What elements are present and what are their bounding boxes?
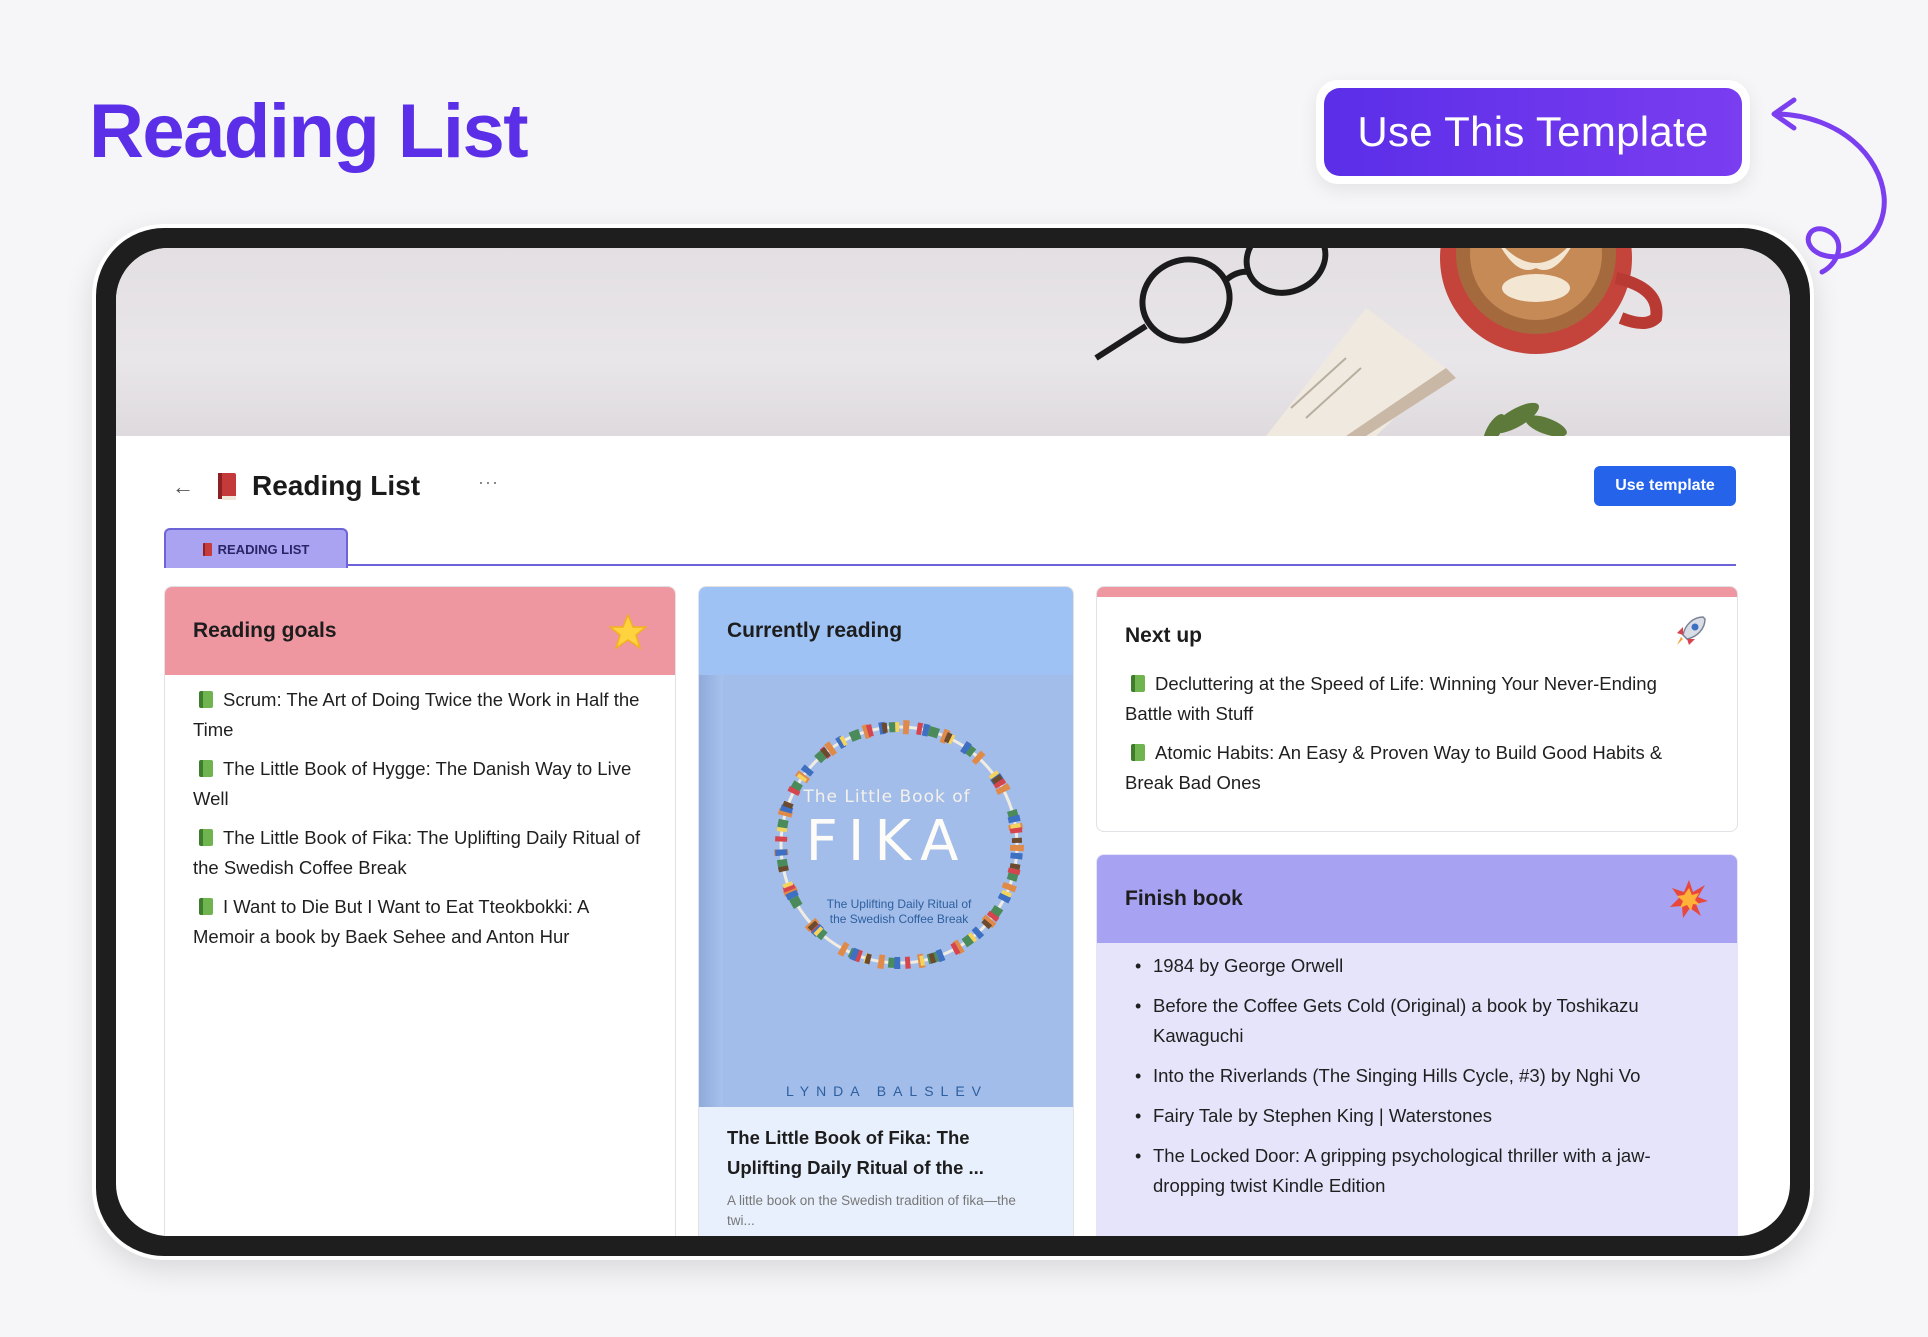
green-book-icon — [199, 760, 213, 777]
back-arrow-icon[interactable]: ← — [172, 474, 194, 500]
notion-page: ← Reading List ··· Use template READING … — [116, 248, 1790, 1236]
reading-goals-header: Reading goals — [165, 587, 675, 675]
page-header: ← Reading List ··· Use template — [164, 466, 1736, 516]
cover-subtitle: The Uplifting Daily Ritual of the Swedis… — [826, 897, 972, 926]
currently-reading-card: Currently reading The Little Book of FIK… — [698, 586, 1074, 1236]
reading-goals-card: Reading goals Scrum: The Art of Doing Tw… — [164, 586, 676, 1236]
list-item[interactable]: Fairy Tale by Stephen King | Waterstones — [1125, 1101, 1709, 1131]
list-item[interactable]: Into the Riverlands (The Singing Hills C… — [1125, 1061, 1709, 1091]
reading-goals-list: Scrum: The Art of Doing Twice the Work i… — [165, 675, 675, 971]
tab-label: READING LIST — [217, 541, 310, 557]
tab-reading-list[interactable]: READING LIST — [164, 528, 348, 568]
tablet-frame: ← Reading List ··· Use template READING … — [92, 224, 1814, 1260]
floral-wreath — [774, 720, 1024, 970]
list-item[interactable]: 1984 by George Orwell — [1125, 951, 1709, 981]
list-item[interactable]: The Little Book of Hygge: The Danish Way… — [193, 754, 647, 814]
next-up-list: Decluttering at the Speed of Life: Winni… — [1097, 669, 1737, 817]
list-item[interactable]: The Locked Door: A gripping psychologica… — [1125, 1141, 1709, 1201]
use-this-template-button[interactable]: Use This Template — [1316, 80, 1750, 184]
use-this-template-label: Use This Template — [1324, 88, 1742, 176]
cover-illustration — [1094, 248, 1663, 436]
list-item[interactable]: Before the Coffee Gets Cold (Original) a… — [1125, 991, 1709, 1051]
green-book-icon — [199, 898, 213, 915]
next-up-card: Next up Decluttering at the Speed of Lif… — [1096, 586, 1738, 832]
cover-author: LYNDA BALSLEV — [785, 1083, 989, 1099]
next-up-header: Next up — [1097, 597, 1737, 669]
green-book-icon — [1131, 744, 1145, 761]
list-item[interactable]: The Little Book of Fika: The Uplifting D… — [193, 823, 647, 883]
cover-title: FIKA — [805, 809, 969, 874]
book-title: The Little Book of Fika: The Uplifting D… — [727, 1127, 984, 1178]
book-card-footer[interactable]: The Little Book of Fika: The Uplifting D… — [699, 1107, 1073, 1236]
book-description: A little book on the Swedish tradition o… — [727, 1193, 1016, 1228]
more-options-icon[interactable]: ··· — [478, 472, 499, 493]
finish-book-header: Finish book — [1097, 855, 1737, 943]
cover-subtitle-top: The Little Book of — [803, 787, 971, 807]
finish-book-card: Finish book 1984 by George Orwell Before… — [1096, 854, 1738, 1236]
star-icon — [609, 613, 647, 650]
list-item[interactable]: Decluttering at the Speed of Life: Winni… — [1125, 669, 1709, 729]
currently-reading-title: Currently reading — [727, 619, 903, 642]
list-item[interactable]: Scrum: The Art of Doing Twice the Work i… — [193, 685, 647, 745]
list-item[interactable]: I Want to Die But I Want to Eat Tteokbok… — [193, 892, 647, 952]
cover-image — [116, 248, 1790, 436]
green-book-icon — [1131, 675, 1145, 692]
promo-title: Reading List — [89, 89, 529, 174]
list-item[interactable]: Atomic Habits: An Easy & Proven Way to B… — [1125, 738, 1709, 798]
green-book-icon — [199, 691, 213, 708]
red-book-icon — [218, 473, 236, 500]
green-book-icon — [199, 829, 213, 846]
explosion-icon — [1670, 880, 1708, 918]
reading-goals-title: Reading goals — [193, 619, 337, 642]
book-cover-image[interactable]: The Little Book of FIKA The Uplifting Da… — [699, 675, 1073, 1107]
page-title: Reading List — [252, 470, 421, 501]
red-book-icon — [202, 542, 212, 556]
currently-reading-header: Currently reading — [699, 587, 1073, 675]
finish-book-list: 1984 by George Orwell Before the Coffee … — [1097, 943, 1737, 1201]
rocket-icon — [1677, 616, 1706, 645]
use-template-button[interactable]: Use template — [1594, 466, 1736, 506]
next-up-accent-strip — [1097, 587, 1737, 597]
view-tabs: READING LIST — [164, 526, 1736, 568]
next-up-title: Next up — [1125, 624, 1203, 647]
finish-book-title: Finish book — [1125, 887, 1243, 910]
